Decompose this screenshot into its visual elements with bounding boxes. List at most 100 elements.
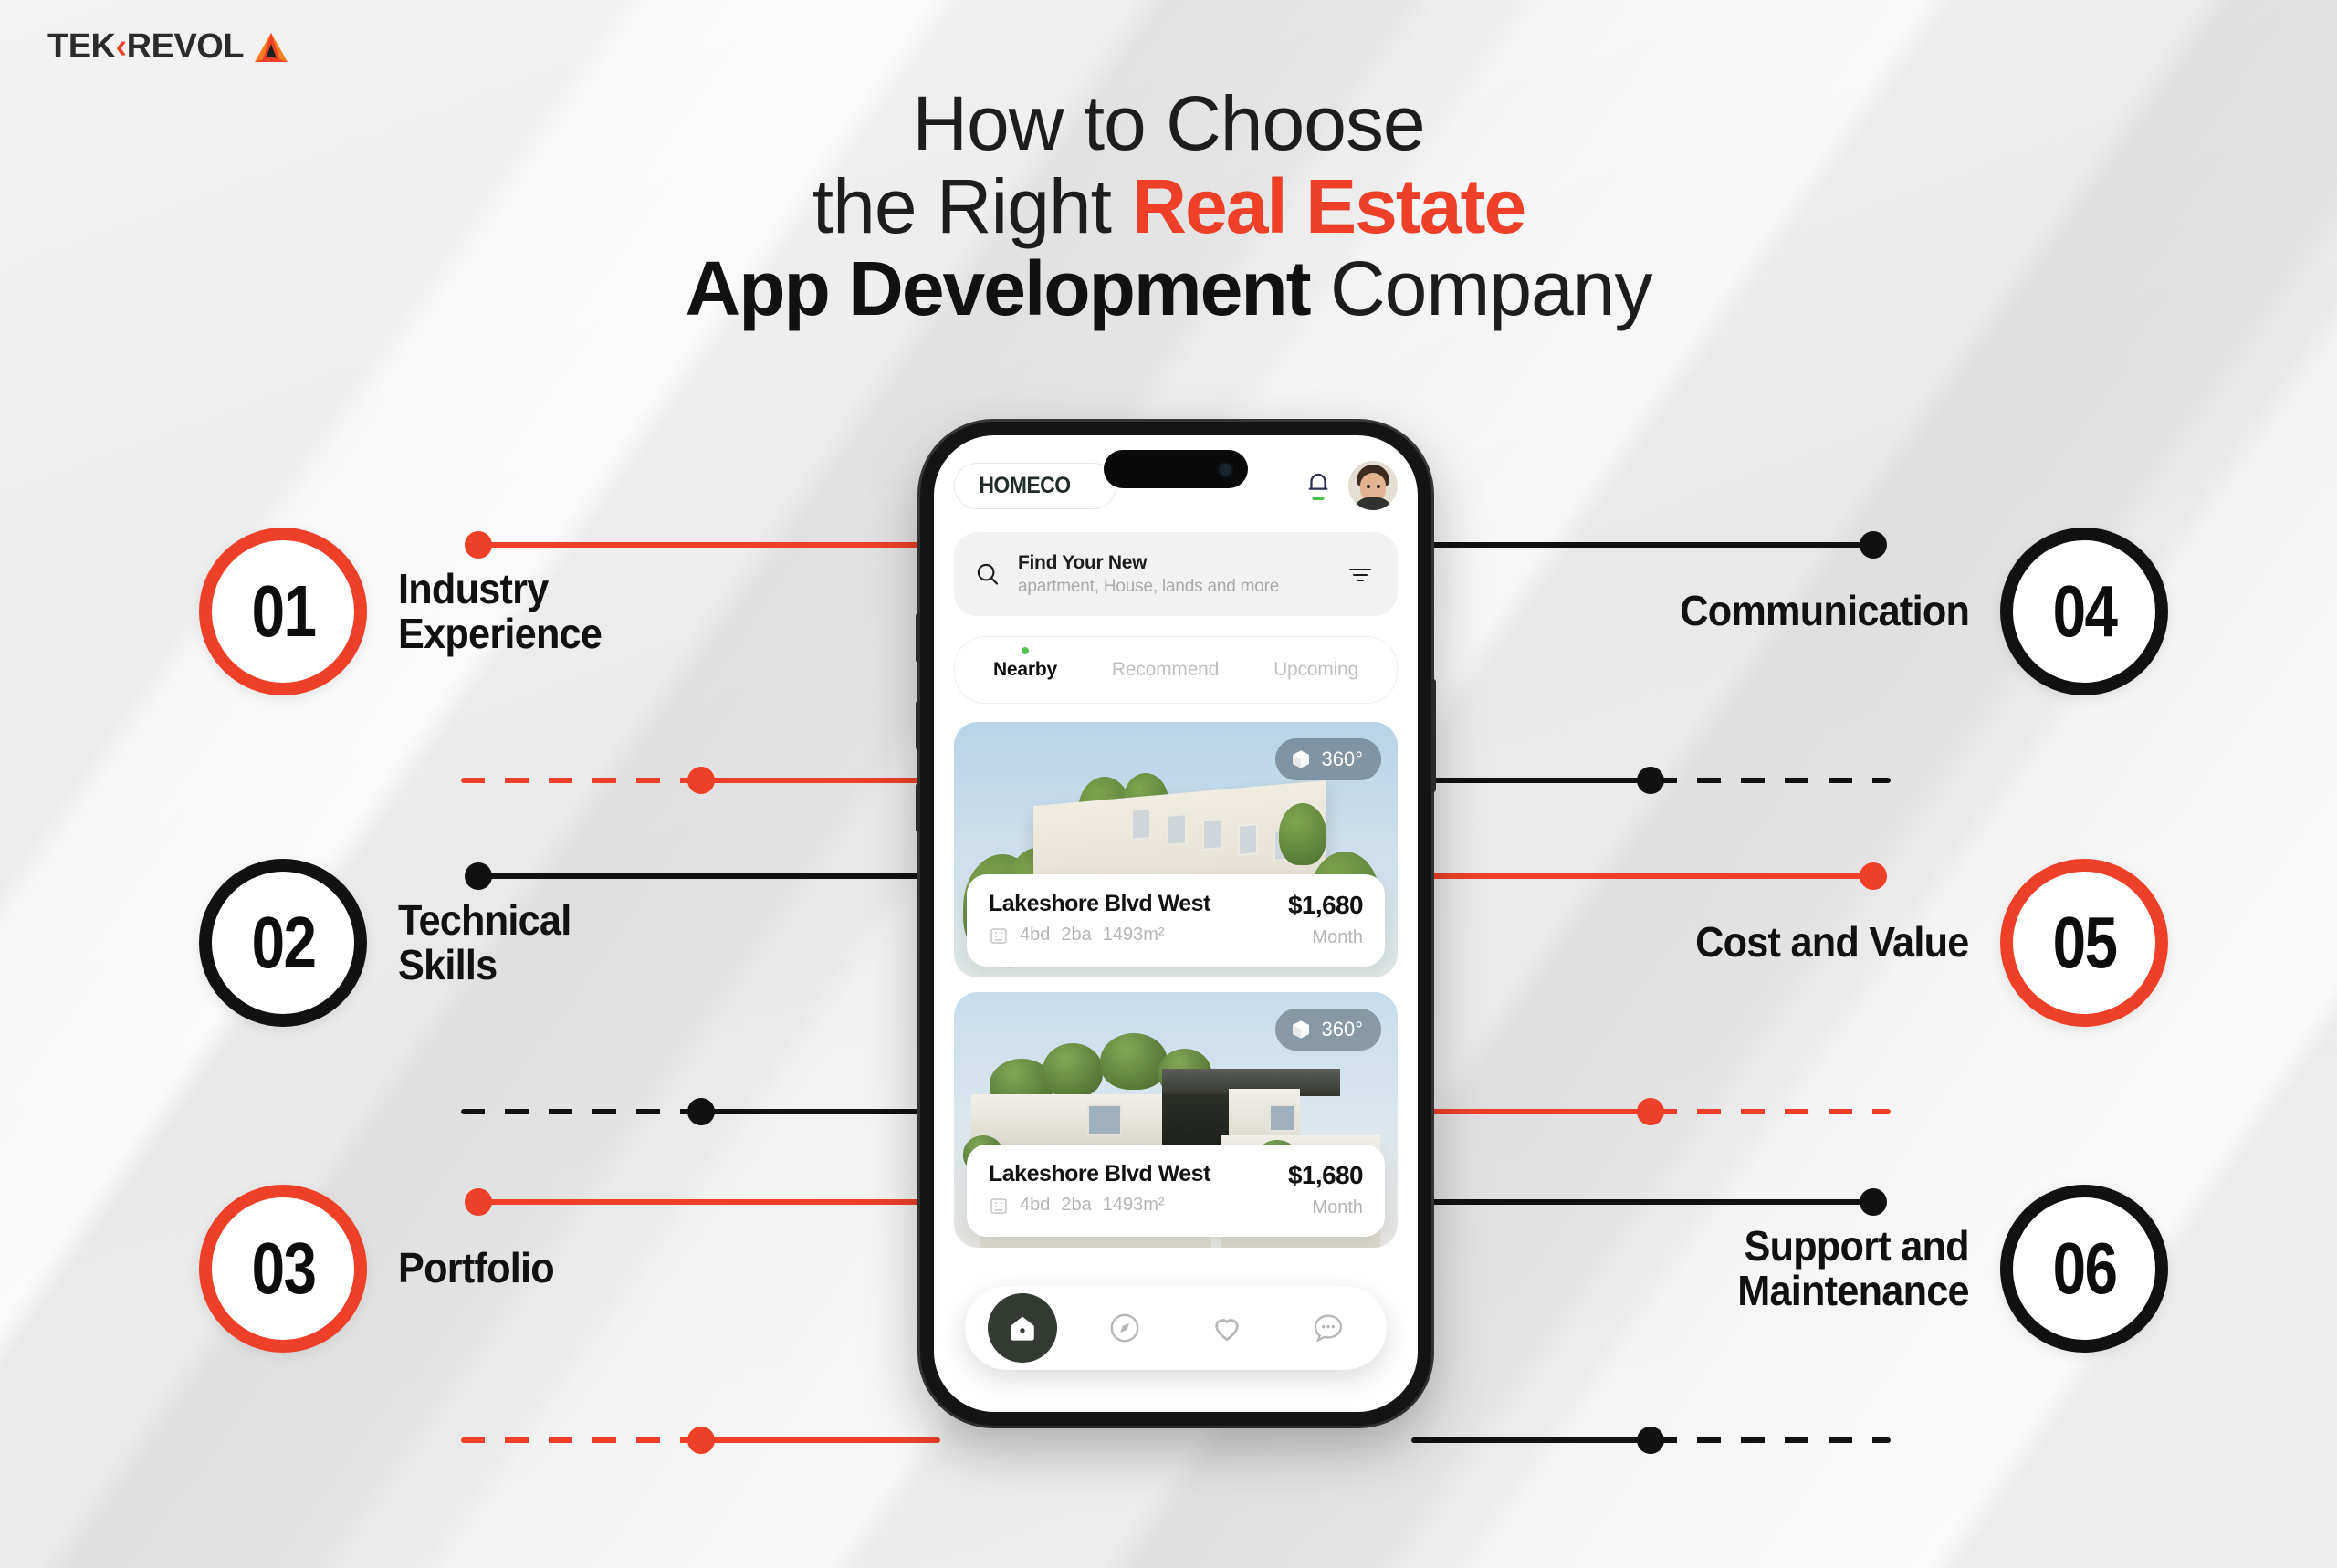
tekrevol-logo: TEK ‹ REVOL <box>47 27 289 67</box>
property-info-right: $1,680 Month <box>1288 891 1364 948</box>
app-brand-name: HOMECO <box>979 472 1071 498</box>
home-icon <box>1011 1316 1034 1341</box>
step-number-05: 05 <box>2052 902 2117 983</box>
property-card[interactable]: 360° Lakeshore Blvd West 4bd 2ba 1493m² … <box>954 722 1398 977</box>
headline-line-2: the Right Real Estate <box>0 166 2337 246</box>
property-info: Lakeshore Blvd West 4bd 2ba 1493m² $1,68… <box>967 874 1385 967</box>
badge-360[interactable]: 360° <box>1275 738 1381 780</box>
headline-line-2-plain: the Right <box>812 162 1132 249</box>
step-label-04: Communication <box>1680 587 1970 635</box>
headline-bold: App Development <box>685 246 1312 332</box>
property-area: 1493m² <box>1102 925 1165 945</box>
tab-upcoming[interactable]: Upcoming <box>1273 659 1358 681</box>
headline-line-3: App Development Company <box>0 249 2337 329</box>
cube-icon <box>1293 750 1310 768</box>
nav-home-bubble <box>987 1293 1057 1363</box>
dynamic-island <box>1104 450 1248 488</box>
property-title: Lakeshore Blvd West <box>989 1161 1210 1186</box>
property-price: $1,680 <box>1287 1161 1364 1189</box>
app-brand-pill[interactable]: HOMECO <box>954 462 1116 509</box>
step-number-circle-05: 05 <box>2000 859 2168 1027</box>
property-info-left: Lakeshore Blvd West 4bd 2ba 1493m² <box>989 891 1210 946</box>
step-number-circle-06: 06 <box>2000 1185 2168 1353</box>
step-number-03: 03 <box>251 1228 316 1309</box>
property-info-left: Lakeshore Blvd West 4bd 2ba 1493m² <box>989 1161 1210 1216</box>
step-number-06: 06 <box>2052 1228 2117 1309</box>
logo-wordmark: TEK ‹ REVOL <box>47 27 245 67</box>
nav-home[interactable] <box>972 1293 1074 1363</box>
phone-mockup: HOMECO Find Your New apartment, House, l… <box>916 422 1436 1426</box>
category-tabs: Nearby Recommend Upcoming <box>954 636 1398 704</box>
tab-nearby[interactable]: Nearby <box>992 647 1057 681</box>
step-item-05[interactable]: Cost and Value 05 <box>1678 859 2168 1027</box>
building-icon <box>990 927 1007 944</box>
notifications-button[interactable] <box>1305 470 1332 501</box>
tekrevol-triangle-icon <box>255 32 288 62</box>
headline-accent: Real Estate <box>1131 162 1526 249</box>
front-camera-icon <box>1218 461 1233 477</box>
property-period: Month <box>1312 1197 1363 1218</box>
property-beds: 4bd <box>1020 925 1051 945</box>
building-icon <box>990 1197 1007 1214</box>
step-item-06[interactable]: Support and Maintenance 06 <box>1723 1185 2168 1353</box>
property-area: 1493m² <box>1102 1195 1165 1215</box>
headline-line-1: How to Choose <box>912 80 1425 166</box>
step-number-circle-01: 01 <box>199 528 367 695</box>
badge-360-label: 360° <box>1321 747 1363 770</box>
nav-favorites[interactable] <box>1176 1311 1278 1345</box>
step-label-06: Support and Maintenance <box>1737 1221 1969 1314</box>
filter-icon[interactable] <box>1347 564 1374 584</box>
search-bar[interactable]: Find Your New apartment, House, lands an… <box>954 532 1398 616</box>
step-label-01: Industry Experience <box>398 564 603 657</box>
logo-chevron-icon: ‹ <box>115 27 128 66</box>
nav-explore[interactable] <box>1074 1311 1177 1345</box>
headline-line-3-plain: Company <box>1309 246 1653 332</box>
search-placeholder: apartment, House, lands and more <box>1018 576 1280 596</box>
step-number-04: 04 <box>2052 570 2117 652</box>
property-meta: 4bd 2ba 1493m² <box>989 1195 1210 1216</box>
step-item-02[interactable]: 02 Technical Skills <box>199 859 582 1027</box>
property-meta: 4bd 2ba 1493m² <box>989 925 1210 946</box>
app-content: HOMECO Find Your New apartment, House, l… <box>934 435 1418 1248</box>
heart-icon <box>1215 1319 1239 1342</box>
step-number-circle-04: 04 <box>2000 528 2168 695</box>
step-number-02: 02 <box>251 902 316 983</box>
tab-upcoming-label: Upcoming <box>1273 659 1359 680</box>
property-beds: 4bd <box>1020 1195 1051 1215</box>
step-label-02: Technical Skills <box>398 895 571 988</box>
tab-recommend[interactable]: Recommend <box>1112 659 1219 681</box>
page-title: How to Choose the Right Real Estate App … <box>0 84 2337 329</box>
explore-icon <box>1110 1313 1139 1343</box>
property-baths: 2ba <box>1061 1195 1092 1215</box>
logo-text-tek: TEK <box>47 27 116 66</box>
search-title: Find Your New <box>1018 551 1148 573</box>
property-list: 360° Lakeshore Blvd West 4bd 2ba 1493m² … <box>954 722 1398 1248</box>
property-info-right: $1,680 Month <box>1287 1161 1364 1218</box>
search-input[interactable]: Find Your New apartment, House, lands an… <box>1018 552 1330 597</box>
property-card[interactable]: 360° Lakeshore Blvd West 4bd 2ba 1493m² … <box>954 992 1398 1248</box>
step-number-01: 01 <box>251 570 316 652</box>
step-label-03: Portfolio <box>398 1244 555 1292</box>
phone-screen: HOMECO Find Your New apartment, House, l… <box>934 435 1418 1412</box>
bottom-navigation <box>965 1286 1387 1370</box>
step-number-circle-02: 02 <box>199 859 367 1027</box>
step-item-03[interactable]: 03 Portfolio <box>199 1185 564 1353</box>
nav-messages[interactable] <box>1278 1311 1380 1345</box>
tab-nearby-label: Nearby <box>992 659 1057 680</box>
app-header-actions <box>1305 461 1398 510</box>
step-item-04[interactable]: Communication 04 <box>1661 528 2168 695</box>
step-item-01[interactable]: 01 Industry Experience <box>199 528 614 695</box>
cube-icon <box>1293 1020 1310 1039</box>
logo-text-revol: REVOL <box>126 27 245 66</box>
badge-360[interactable]: 360° <box>1275 1009 1381 1051</box>
property-title: Lakeshore Blvd West <box>989 891 1210 916</box>
notification-badge <box>1312 497 1325 500</box>
property-period: Month <box>1312 927 1363 947</box>
tab-recommend-label: Recommend <box>1111 659 1220 680</box>
search-icon <box>977 563 999 585</box>
chat-icon <box>1315 1314 1343 1343</box>
active-tab-dot <box>1021 647 1029 654</box>
bell-icon <box>1308 473 1328 490</box>
avatar[interactable] <box>1348 461 1398 510</box>
step-label-05: Cost and Value <box>1695 918 1970 967</box>
